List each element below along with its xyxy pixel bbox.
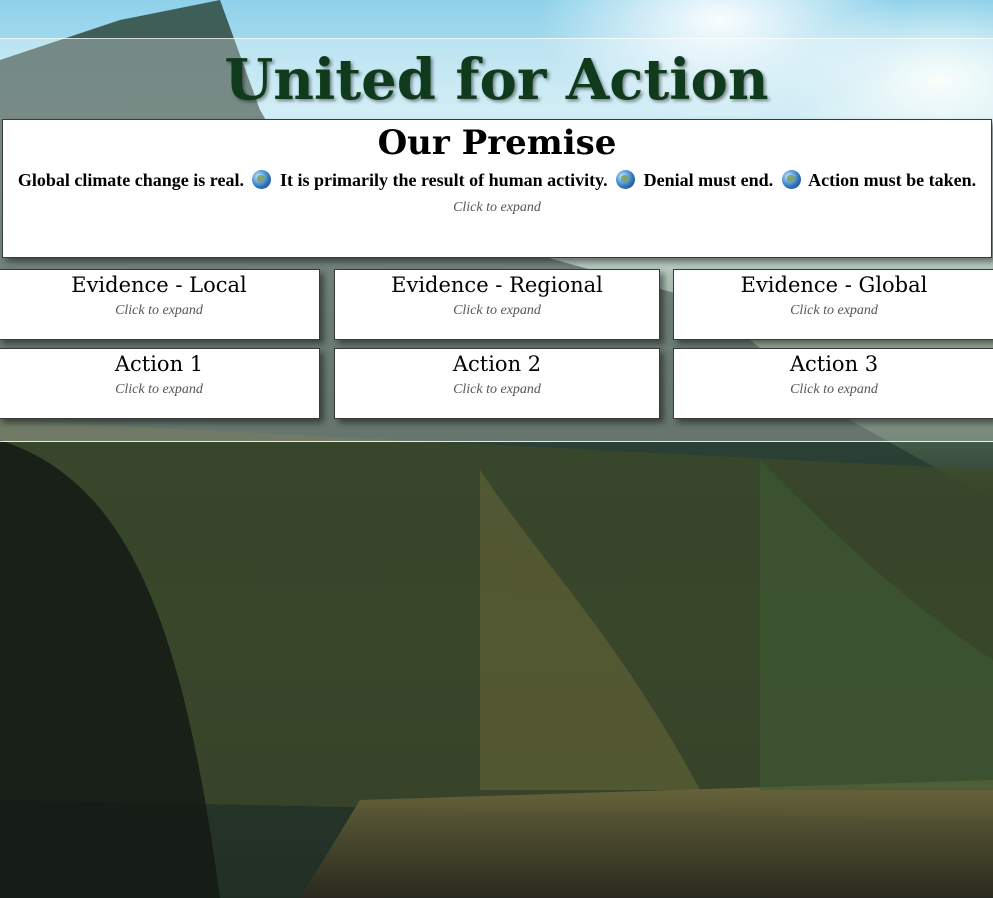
action-2-hint: Click to expand [453, 382, 541, 397]
action-3-card[interactable]: Action 3 Click to expand [673, 348, 993, 419]
action-3-title: Action 3 [789, 352, 879, 376]
premise-statement: Denial must end. [643, 170, 774, 190]
action-2-title: Action 2 [452, 352, 542, 376]
premise-statement: It is primarily the result of human acti… [279, 170, 608, 190]
globe-icon [616, 170, 636, 189]
evidence-local-title: Evidence - Local [71, 273, 247, 297]
page-title: United for Action [224, 47, 769, 113]
premise-statements: Global climate change is real. It is pri… [3, 170, 991, 191]
action-1-card[interactable]: Action 1 Click to expand [0, 348, 320, 419]
globe-icon [252, 170, 272, 189]
evidence-global-card[interactable]: Evidence - Global Click to expand [673, 269, 993, 340]
premise-statement: Global climate change is real. [17, 170, 244, 190]
evidence-global-hint: Click to expand [790, 303, 878, 318]
premise-heading: Our Premise [377, 123, 617, 163]
premise-statement: Action must be taken. [808, 170, 977, 190]
action-3-hint: Click to expand [790, 382, 878, 397]
evidence-local-hint: Click to expand [115, 303, 203, 318]
evidence-local-card[interactable]: Evidence - Local Click to expand [0, 269, 320, 340]
premise-expand-hint: Click to expand [453, 200, 541, 215]
evidence-regional-card[interactable]: Evidence - Regional Click to expand [334, 269, 660, 340]
evidence-regional-title: Evidence - Regional [391, 273, 603, 297]
action-1-hint: Click to expand [115, 382, 203, 397]
premise-card[interactable]: Our Premise Global climate change is rea… [2, 119, 992, 258]
globe-icon [781, 170, 801, 189]
evidence-global-title: Evidence - Global [740, 273, 928, 297]
action-2-card[interactable]: Action 2 Click to expand [334, 348, 660, 419]
action-1-title: Action 1 [114, 352, 204, 376]
evidence-regional-hint: Click to expand [453, 303, 541, 318]
